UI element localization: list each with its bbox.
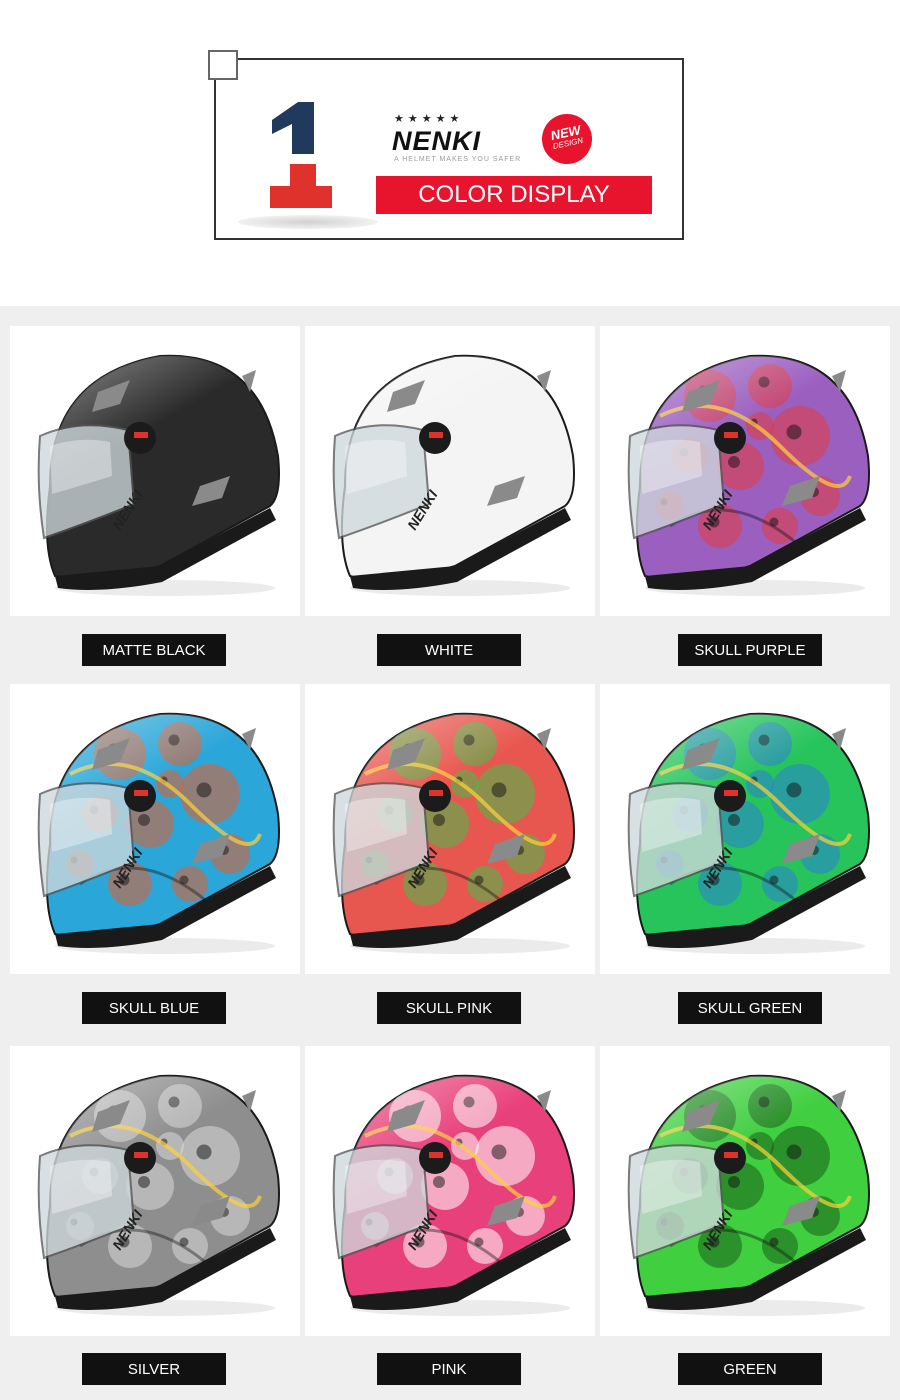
color-label: SILVER	[82, 1353, 226, 1385]
color-label: WHITE	[377, 634, 521, 666]
color-label: GREEN	[678, 1353, 822, 1385]
helmet-image: NENKI	[37, 712, 280, 954]
helmet-card[interactable]: NENKI	[305, 326, 595, 616]
color-label: SKULL BLUE	[82, 992, 226, 1024]
color-display-header: 1 ★★★★★ NENKI A HELMET MAKES YOU SAFER N…	[208, 50, 688, 244]
header-corner-decoration	[208, 50, 238, 80]
helmet-image: NENKI	[332, 712, 575, 954]
color-label: MATTE BLACK	[82, 634, 226, 666]
helmet-card[interactable]: NENKI	[10, 1046, 300, 1336]
rating-stars: ★★★★★	[394, 113, 464, 125]
color-label: SKULL PURPLE	[678, 634, 822, 666]
helmet-card[interactable]: NENKI	[600, 1046, 890, 1336]
helmet-image: NENKI	[627, 1074, 870, 1316]
helmet-card[interactable]: NENKI	[10, 684, 300, 974]
helmet-card[interactable]: NENKI	[305, 1046, 595, 1336]
helmet-card[interactable]: NENKI	[305, 684, 595, 974]
helmet-image: NENKI	[332, 1074, 575, 1316]
helmet-card[interactable]: NENKI	[10, 326, 300, 616]
helmet-image: NENKI	[37, 354, 280, 596]
helmet-image: NENKI	[37, 1074, 280, 1316]
brand-tagline: A HELMET MAKES YOU SAFER	[394, 156, 522, 163]
helmet-image: NENKI	[627, 354, 870, 596]
color-display-banner: COLOR DISPLAY	[376, 176, 652, 214]
helmet-card[interactable]: NENKI	[600, 326, 890, 616]
number-shadow	[238, 215, 378, 229]
color-label: SKULL PINK	[377, 992, 521, 1024]
helmet-image: NENKI	[627, 712, 870, 954]
helmet-image: NENKI	[332, 354, 575, 596]
color-label: SKULL GREEN	[678, 992, 822, 1024]
helmet-card[interactable]: NENKI	[600, 684, 890, 974]
color-label: PINK	[377, 1353, 521, 1385]
helmet-grid: NENKI MATTE BLACK NENKI WHITE NENKI SKUL…	[0, 306, 900, 1400]
brand-logo: NENKI	[392, 126, 482, 156]
number-one-graphic: 1	[270, 102, 332, 208]
